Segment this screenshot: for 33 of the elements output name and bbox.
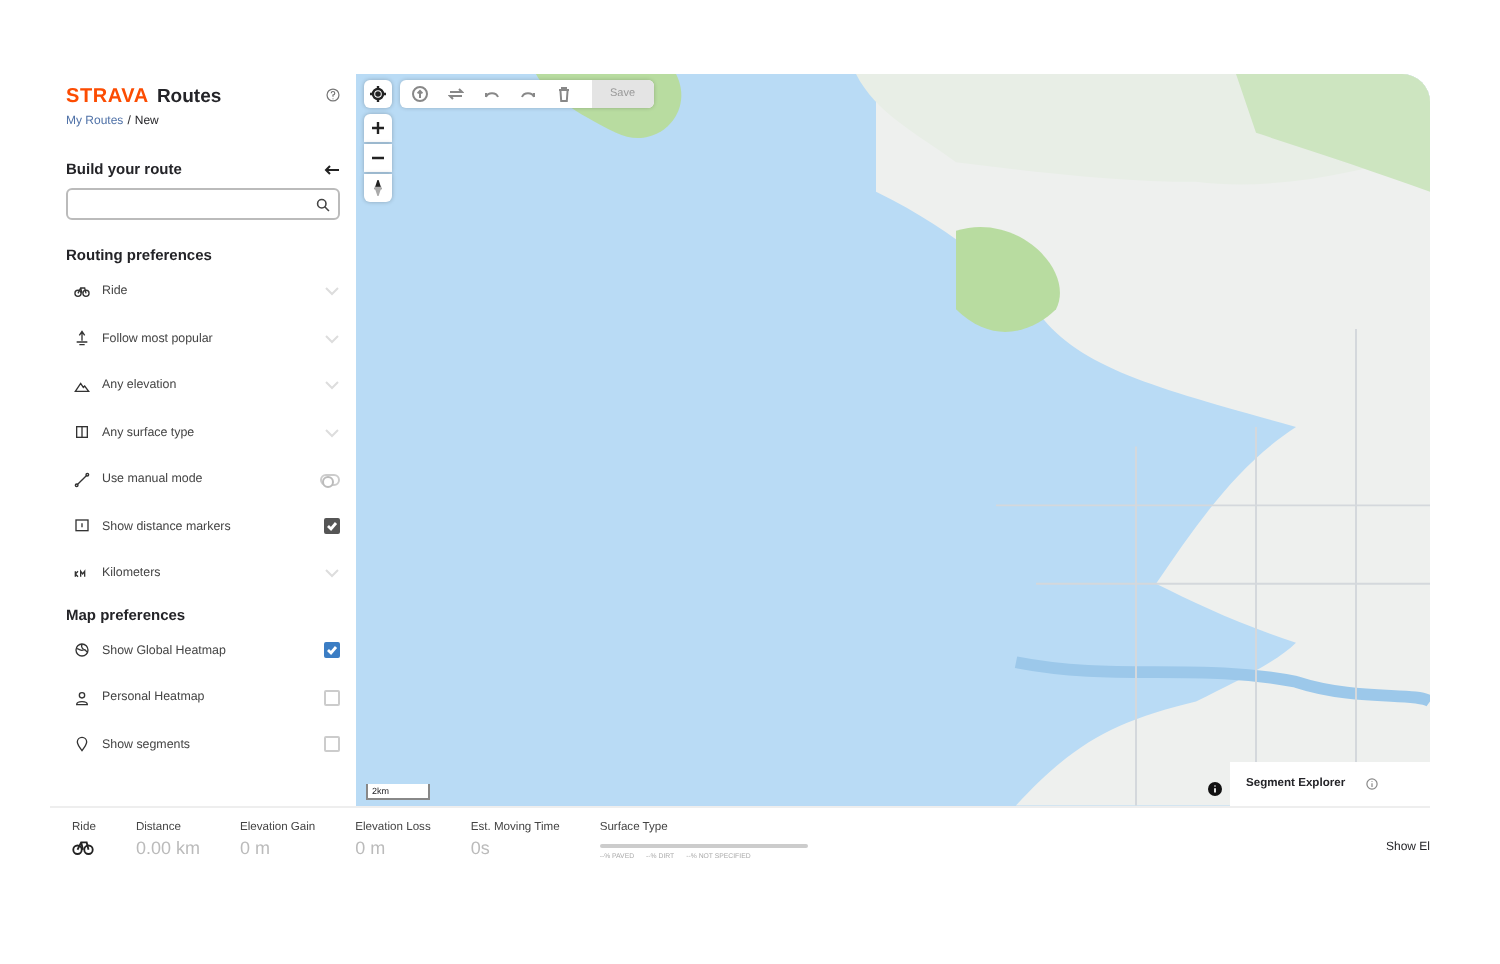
info-icon (1365, 777, 1378, 790)
globe-icon (74, 642, 90, 659)
undo-icon[interactable] (484, 86, 500, 102)
product-title: Routes (156, 86, 222, 108)
toggle-switch[interactable] (320, 473, 340, 486)
elevation-icon (74, 377, 90, 394)
help-icon[interactable] (326, 88, 340, 102)
stat-value: 0s (470, 837, 492, 858)
compass-icon (370, 180, 386, 196)
pin-icon (74, 736, 90, 753)
compass-button[interactable] (364, 174, 392, 202)
trash-icon[interactable] (556, 86, 572, 102)
redo-icon[interactable] (520, 86, 536, 102)
swap-icon[interactable] (448, 86, 464, 102)
upload-icon[interactable] (412, 86, 428, 102)
brand-logo: STRAVA (66, 86, 149, 108)
checkbox[interactable] (324, 642, 340, 659)
person-icon (74, 689, 90, 706)
crosshair-icon (370, 86, 386, 102)
info-icon[interactable] (1208, 781, 1222, 796)
zoom-in-button[interactable] (364, 114, 392, 142)
stat-value: 0.00 km (135, 837, 200, 858)
search-field[interactable] (66, 188, 340, 220)
stat-value: 0 m (355, 837, 388, 858)
zoom-out-button[interactable] (364, 144, 392, 172)
back-arrow-icon[interactable] (324, 163, 340, 175)
bike-icon (72, 837, 94, 856)
locate-button[interactable] (364, 80, 392, 108)
bike-icon (74, 283, 90, 300)
search-icon (316, 197, 330, 211)
stat-value: 0 m (239, 837, 272, 858)
plus-icon (370, 120, 386, 136)
checkbox[interactable] (324, 518, 340, 535)
